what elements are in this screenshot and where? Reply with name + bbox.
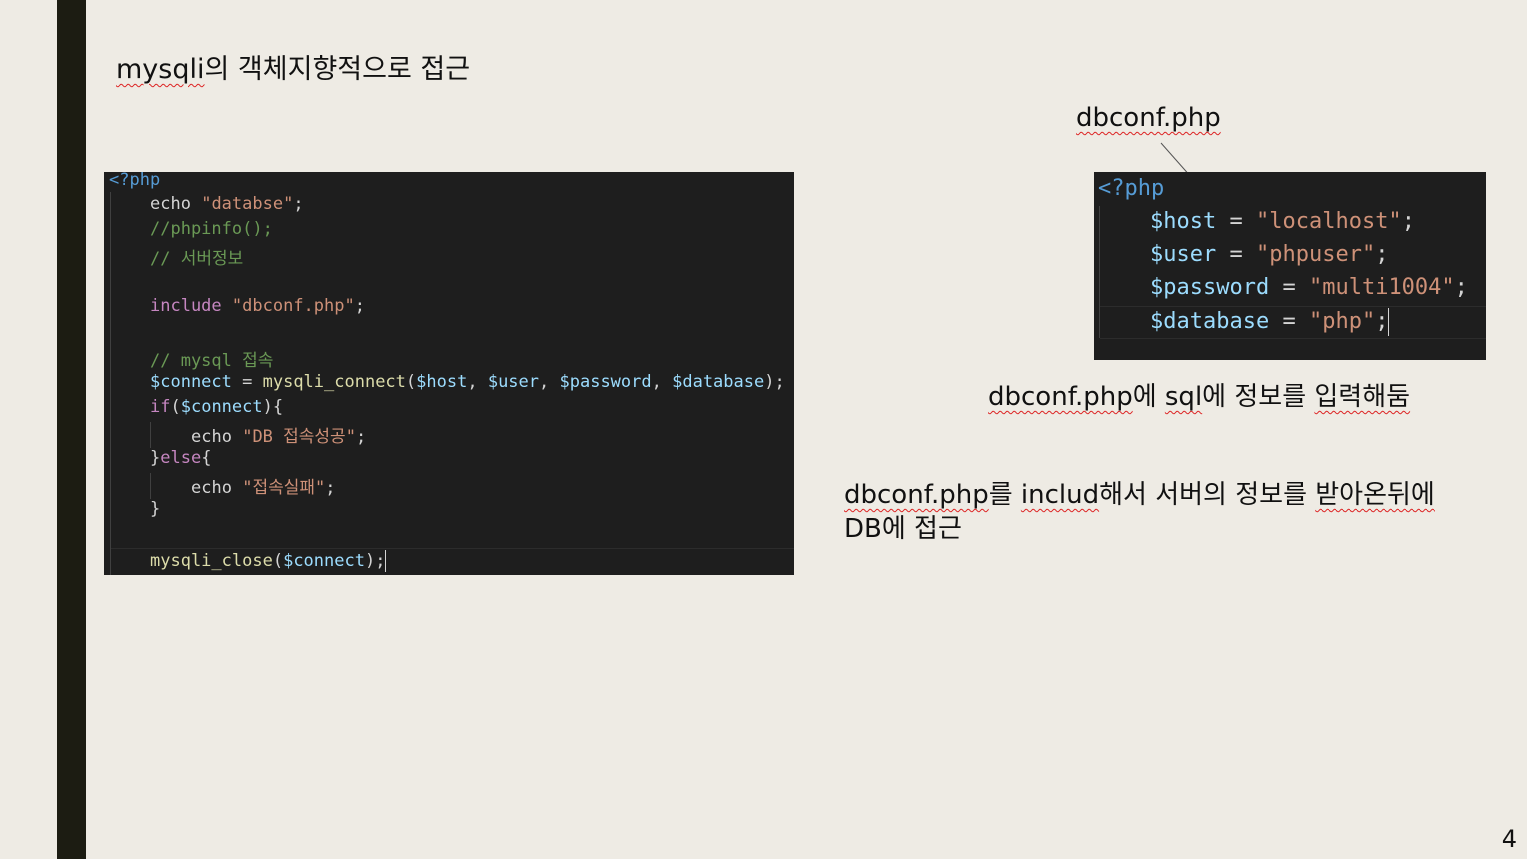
dbconf-code-screenshot: <?php $host = "localhost"; $user = "phpu… bbox=[1094, 172, 1486, 360]
page-number: 4 bbox=[1501, 825, 1517, 853]
slide-title: mysqli의 객체지향적으로 접근 bbox=[116, 53, 470, 87]
indent-guide bbox=[150, 473, 151, 499]
code-line: $user = "phpuser"; bbox=[1150, 242, 1389, 267]
title-rest: 의 객체지향적으로 접근 bbox=[204, 54, 471, 85]
dbconf-label: dbconf.php bbox=[1076, 103, 1221, 133]
code-line: if($connect){ bbox=[150, 397, 284, 417]
indent-guide bbox=[110, 192, 111, 575]
code-line: } bbox=[150, 499, 161, 519]
code-line: // mysql 접속 bbox=[150, 351, 274, 371]
dbconf-note: dbconf.php에 sql에 정보를 입력해둠 bbox=[988, 382, 1411, 412]
code-line: echo "DB 접속성공"; bbox=[191, 427, 367, 447]
current-line-highlight bbox=[111, 548, 794, 549]
current-line-highlight bbox=[1100, 338, 1486, 339]
indent-guide bbox=[150, 422, 151, 448]
indent-guide bbox=[1099, 206, 1100, 338]
code-line: <?php bbox=[1098, 176, 1165, 201]
code-line: // 서버정보 bbox=[150, 249, 244, 269]
include-note-line2: DB에 접근 bbox=[844, 514, 962, 544]
code-line: echo "databse"; bbox=[150, 194, 304, 214]
code-line: $database = "php"; bbox=[1150, 308, 1390, 336]
title-mysqli: mysqli bbox=[116, 54, 205, 85]
code-line: }else{ bbox=[150, 448, 212, 468]
slide-accent-bar bbox=[57, 0, 86, 859]
code-line: echo "접속실패"; bbox=[191, 478, 336, 498]
include-note: dbconf.php를 includ해서 서버의 정보를 받아온뒤에 bbox=[844, 480, 1435, 510]
text-cursor bbox=[1388, 308, 1390, 336]
code-line: $password = "multi1004"; bbox=[1150, 275, 1468, 300]
code-line: $host = "localhost"; bbox=[1150, 209, 1415, 234]
code-line: include "dbconf.php"; bbox=[150, 296, 365, 316]
code-line: $connect = mysqli_connect($host, $user, … bbox=[150, 372, 785, 392]
main-code-screenshot: <?php echo "databse"; //phpinfo(); // 서버… bbox=[104, 172, 794, 575]
text-cursor bbox=[385, 550, 387, 572]
current-line-highlight bbox=[1100, 306, 1486, 307]
code-line: mysqli_close($connect); bbox=[150, 550, 387, 572]
code-line: <?php bbox=[109, 172, 161, 190]
code-line: //phpinfo(); bbox=[150, 219, 273, 239]
